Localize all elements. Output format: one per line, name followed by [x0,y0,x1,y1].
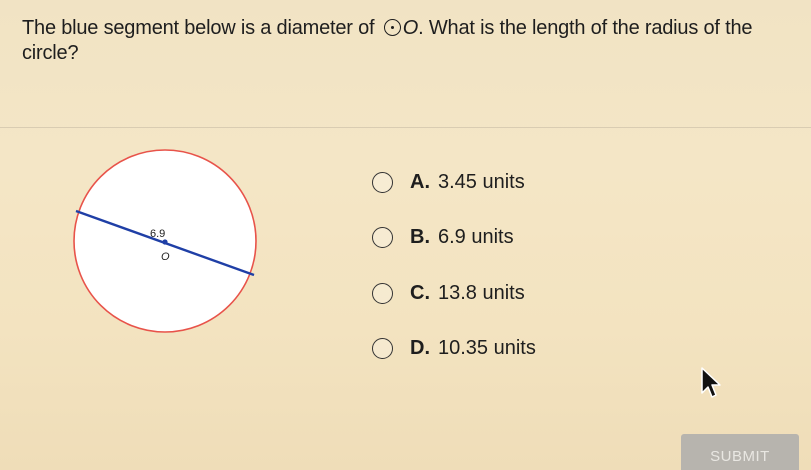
option-b[interactable]: B. 6.9 units [372,224,536,252]
option-c-radio[interactable] [372,282,393,304]
circle-diagram: 6.9 O [73,149,257,333]
option-d[interactable]: D. 10.35 units [372,335,536,363]
mouse-pointer-icon [700,366,726,405]
center-point [162,239,168,245]
question-text: The blue segment below is a diameter of … [22,16,802,66]
option-b-letter: B. [410,226,430,248]
divider [0,127,811,128]
option-c[interactable]: C. 13.8 units [372,279,536,307]
option-a-text: 3.45 units [438,170,525,193]
submit-button[interactable]: SUBMIT [681,434,799,470]
diameter-label: 6.9 [150,228,165,240]
answer-options: A. 3.45 units B. 6.9 units C. 13.8 units… [372,168,536,390]
circle-name: O [402,17,419,39]
option-a-radio[interactable] [372,171,393,193]
circle-figure: 6.9 O [64,148,264,343]
option-c-text: 13.8 units [438,281,525,304]
question-text-part1: The blue segment below is a diameter of [22,17,380,39]
circle-symbol-icon [383,19,401,36]
option-d-letter: D. [410,337,430,359]
option-c-letter: C. [410,281,430,304]
option-d-text: 10.35 units [438,337,536,359]
option-d-radio[interactable] [372,338,393,359]
option-a[interactable]: A. 3.45 units [372,168,536,196]
option-b-text: 6.9 units [438,226,514,248]
option-b-radio[interactable] [372,227,393,248]
center-label: O [161,251,170,263]
option-a-letter: A. [410,170,430,193]
